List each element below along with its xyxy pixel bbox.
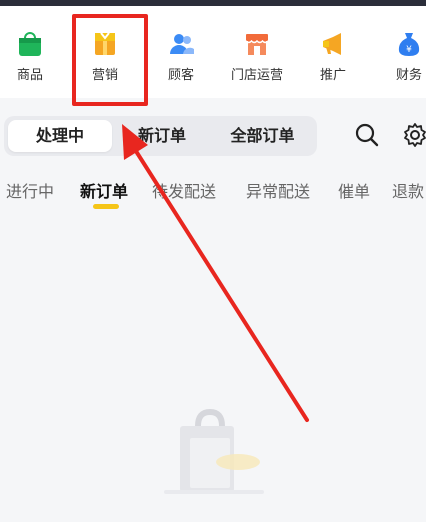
nav-item-promotion[interactable]: 推广 (303, 26, 363, 86)
status-tab-reminder[interactable]: 催单 (338, 178, 370, 202)
megaphone-icon (323, 33, 341, 55)
tab-all-orders[interactable]: 全部订单 (212, 120, 313, 152)
nav-label-customers: 顾客 (167, 68, 194, 83)
status-tab-in-progress[interactable]: 进行中 (6, 178, 54, 202)
tab-processing[interactable]: 处理中 (8, 120, 112, 152)
order-segment-tabs: 处理中 新订单 全部订单 (4, 116, 317, 156)
money-bag-icon: ¥ (398, 33, 420, 56)
nav-label-goods: 商品 (16, 68, 43, 83)
active-tab-indicator (93, 204, 119, 209)
status-tab-awaiting-delivery[interactable]: 待发配送 (152, 178, 216, 202)
customers-icon (170, 34, 194, 54)
tab-new-orders[interactable]: 新订单 (112, 120, 212, 152)
nav-label-store-ops: 门店运营 (230, 68, 283, 83)
nav-item-store-ops[interactable]: 门店运营 (227, 26, 287, 86)
nav-item-customers[interactable]: 顾客 (151, 26, 211, 86)
nav-item-finance[interactable]: ¥ 财务 (379, 26, 426, 86)
highlight-box-marketing (72, 14, 148, 106)
status-tab-refund[interactable]: 退款 (392, 178, 424, 202)
status-tab-delivery-exception[interactable]: 异常配送 (246, 178, 310, 202)
nav-label-finance: 财务 (395, 68, 422, 83)
empty-state-illustration (164, 408, 264, 494)
nav-item-goods[interactable]: 商品 (0, 26, 60, 86)
shopping-bag-icon (19, 32, 41, 56)
yen-glyph: ¥ (406, 45, 412, 55)
function-nav: 商品 营销 顾客 门店运营 推广 ¥ 财务 (0, 6, 426, 98)
nav-label-promotion: 推广 (319, 68, 346, 83)
order-panel: 处理中 新订单 全部订单 进行中 新订单 待发配送 异常配送 催单 退款 (0, 98, 426, 522)
settings-gear-icon[interactable] (402, 122, 426, 148)
storefront-icon (245, 34, 269, 55)
search-icon[interactable] (354, 122, 380, 148)
status-tab-new-order[interactable]: 新订单 (80, 178, 128, 202)
